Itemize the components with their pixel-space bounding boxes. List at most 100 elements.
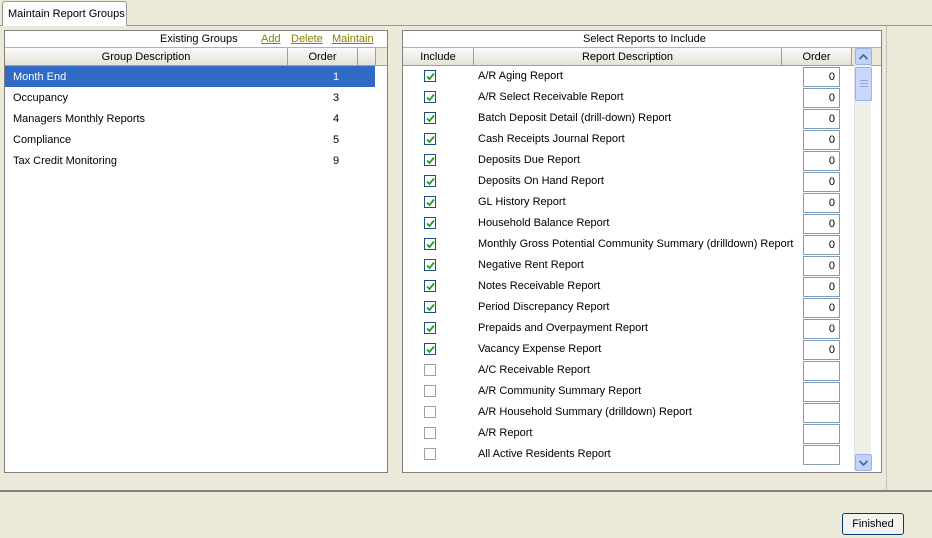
report-order-input[interactable] [803, 361, 840, 381]
group-order: 5 [333, 133, 340, 146]
report-order-input[interactable] [803, 424, 840, 444]
report-order-input[interactable]: 0 [803, 193, 840, 213]
group-description: Managers Monthly Reports [13, 112, 146, 125]
include-checkbox[interactable] [424, 133, 436, 145]
scroll-down-button[interactable] [855, 454, 872, 471]
group-row[interactable]: Compliance 5 [5, 129, 387, 150]
include-checkbox[interactable] [424, 154, 436, 166]
report-row: Monthly Gross Potential Community Summar… [403, 234, 881, 255]
include-checkbox[interactable] [424, 448, 436, 460]
include-checkbox[interactable] [424, 427, 436, 439]
include-checkbox[interactable] [424, 217, 436, 229]
reports-header: Include Report Description Order [403, 48, 881, 66]
report-order-input[interactable] [803, 445, 840, 465]
report-description: Batch Deposit Detail (drill-down) Report [478, 112, 672, 124]
group-order-column-header[interactable]: Order [288, 48, 358, 65]
include-column-header[interactable]: Include [403, 48, 474, 65]
report-order-input[interactable] [803, 382, 840, 402]
report-description: Negative Rent Report [478, 259, 584, 271]
include-checkbox[interactable] [424, 385, 436, 397]
report-row: Batch Deposit Detail (drill-down) Report… [403, 108, 881, 129]
include-checkbox[interactable] [424, 280, 436, 292]
include-checkbox[interactable] [424, 343, 436, 355]
report-description: Period Discrepancy Report [478, 301, 610, 313]
group-row[interactable]: Tax Credit Monitoring 9 [5, 150, 387, 171]
report-order-input[interactable]: 0 [803, 172, 840, 192]
report-row: Vacancy Expense Report 0 [403, 339, 881, 360]
group-row[interactable]: Managers Monthly Reports 4 [5, 108, 387, 129]
report-description: Deposits Due Report [478, 154, 581, 166]
report-order-input[interactable] [803, 403, 840, 423]
report-row: Negative Rent Report 0 [403, 255, 881, 276]
report-description: A/R Household Summary (drilldown) Report [478, 406, 692, 418]
group-description: Tax Credit Monitoring [13, 154, 117, 167]
include-checkbox[interactable] [424, 322, 436, 334]
report-order-input[interactable]: 0 [803, 67, 840, 87]
report-order-input[interactable]: 0 [803, 151, 840, 171]
include-checkbox[interactable] [424, 175, 436, 187]
include-checkbox[interactable] [424, 70, 436, 82]
report-description-column-header[interactable]: Report Description [474, 48, 782, 65]
groups-caption-bar: Existing Groups Add Delete Maintain [5, 31, 387, 48]
report-description: A/R Community Summary Report [478, 385, 642, 397]
maintain-group-link[interactable]: Maintain [332, 33, 374, 45]
chevron-down-icon [859, 459, 868, 466]
report-row: A/R Household Summary (drilldown) Report [403, 402, 881, 423]
group-description-column-header[interactable]: Group Description [5, 48, 288, 65]
report-order-input[interactable]: 0 [803, 88, 840, 108]
include-checkbox[interactable] [424, 196, 436, 208]
tab-label: Maintain Report Groups [8, 8, 125, 20]
checkmark-icon [425, 198, 435, 206]
report-row: A/C Receivable Report [403, 360, 881, 381]
include-checkbox[interactable] [424, 91, 436, 103]
select-reports-panel: Select Reports to Include Include Report… [402, 30, 882, 473]
report-order-input[interactable]: 0 [803, 235, 840, 255]
include-checkbox[interactable] [424, 406, 436, 418]
existing-groups-panel: Existing Groups Add Delete Maintain Grou… [4, 30, 388, 473]
report-order-input[interactable]: 0 [803, 298, 840, 318]
include-checkbox[interactable] [424, 301, 436, 313]
report-row: A/R Report [403, 423, 881, 444]
chevron-up-icon [859, 53, 868, 60]
group-description: Month End [13, 70, 67, 83]
group-row[interactable]: Month End 1 [5, 66, 375, 87]
report-row: A/R Community Summary Report [403, 381, 881, 402]
report-row: All Active Residents Report [403, 444, 881, 465]
report-order-column-header[interactable]: Order [782, 48, 852, 65]
report-row: Prepaids and Overpayment Report 0 [403, 318, 881, 339]
report-order-input[interactable]: 0 [803, 319, 840, 339]
report-row: Period Discrepancy Report 0 [403, 297, 881, 318]
report-order-input[interactable]: 0 [803, 277, 840, 297]
delete-group-link[interactable]: Delete [291, 33, 323, 45]
report-row: Cash Receipts Journal Report 0 [403, 129, 881, 150]
tab-maintain-report-groups[interactable]: Maintain Report Groups [2, 1, 127, 26]
report-description: Monthly Gross Potential Community Summar… [478, 238, 794, 250]
report-description: Household Balance Report [478, 217, 610, 229]
include-checkbox[interactable] [424, 238, 436, 250]
add-group-link[interactable]: Add [261, 33, 281, 45]
checkmark-icon [425, 156, 435, 164]
report-order-input[interactable]: 0 [803, 109, 840, 129]
report-row: A/R Aging Report 0 [403, 66, 881, 87]
report-description: Notes Receivable Report [478, 280, 601, 292]
group-order: 9 [333, 154, 340, 167]
group-row[interactable]: Occupancy 3 [5, 87, 387, 108]
report-description: Vacancy Expense Report [478, 343, 602, 355]
group-order: 4 [333, 112, 340, 125]
scroll-thumb[interactable] [855, 67, 872, 101]
checkmark-icon [425, 324, 435, 332]
report-row: GL History Report 0 [403, 192, 881, 213]
scroll-up-button[interactable] [855, 48, 872, 65]
include-checkbox[interactable] [424, 112, 436, 124]
report-order-input[interactable]: 0 [803, 214, 840, 234]
report-order-input[interactable]: 0 [803, 130, 840, 150]
report-row: Deposits Due Report 0 [403, 150, 881, 171]
report-description: All Active Residents Report [478, 448, 611, 460]
group-order: 3 [333, 91, 340, 104]
reports-scrollbar[interactable] [854, 48, 872, 471]
report-order-input[interactable]: 0 [803, 256, 840, 276]
include-checkbox[interactable] [424, 364, 436, 376]
report-order-input[interactable]: 0 [803, 340, 840, 360]
finished-button[interactable]: Finished [842, 513, 904, 535]
include-checkbox[interactable] [424, 259, 436, 271]
